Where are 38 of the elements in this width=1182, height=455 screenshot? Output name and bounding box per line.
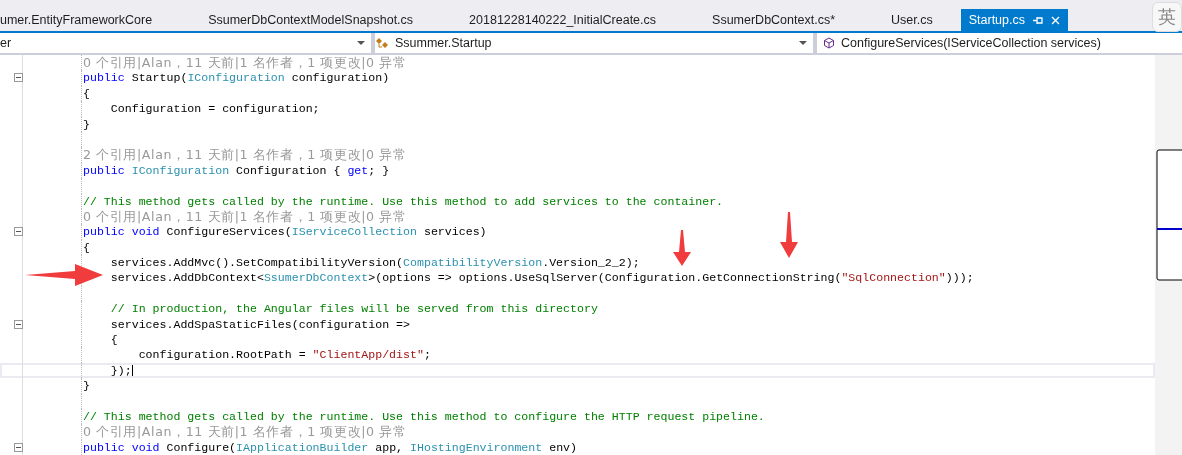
arrow-annotation <box>673 230 691 266</box>
file-tab[interactable]: User.cs <box>863 9 961 31</box>
code-line: { <box>82 85 90 102</box>
collapse-icon[interactable] <box>14 319 23 329</box>
code-line: public void Configure(IApplicationBuilder app, IHostingEnvironment env) <box>82 439 577 455</box>
code-line: public IConfiguration Configuration { get; } <box>82 162 390 179</box>
file-tab[interactable]: umer.EntityFrameworkCore <box>0 9 181 31</box>
navigation-dropdown[interactable]: ConfigureServices(IServiceCollection services) <box>817 33 1182 53</box>
code-line: configuration.RootPath = "ClientApp/dist"; <box>137 347 431 363</box>
caret-icon <box>799 41 807 45</box>
collapse-icon[interactable] <box>14 73 23 83</box>
code-line: public Startup(IConfiguration configuration) <box>82 70 390 86</box>
code-line: { <box>109 332 118 348</box>
code-line: services.AddSpaStaticFiles(configuration => <box>109 316 410 333</box>
code-editor[interactable] <box>0 55 1155 455</box>
code-line: public void ConfigureServices(IServiceCollection services) <box>82 224 487 240</box>
pin-icon[interactable] <box>1033 15 1043 25</box>
code-line: { <box>82 239 90 256</box>
code-line: // This method gets called by the runtime. Use this method to configure the HTTP request pipeline. <box>82 409 765 425</box>
collapse-icon[interactable] <box>14 227 23 237</box>
code-line: services.AddDbContext<SsumerDbContext>(options => options.UseSqlServer(Configuration.GetConnectionString("SqlConnection"))); <box>109 270 974 286</box>
caret-icon <box>357 41 365 45</box>
arrow-annotation <box>780 212 798 258</box>
file-tab[interactable]: 20181228140222_InitialCreate.cs <box>441 9 685 31</box>
file-tab[interactable]: Startup.cs <box>960 9 1068 31</box>
file-tab[interactable]: SsumerDbContext.cs* <box>684 9 863 31</box>
code-line: } <box>82 378 90 394</box>
code-line: // In production, the Angular files will be served from this directory <box>109 301 598 317</box>
code-line: // This method gets called by the runtime. Use this method to add services to the container. <box>82 193 724 209</box>
code-line: }); <box>109 362 133 379</box>
code-line: services.AddMvc().SetCompatibilityVersion(CompatibilityVersion.Version_2_2); <box>109 255 640 271</box>
cube-icon <box>823 37 835 49</box>
file-tab[interactable]: SsumerDbContextModelSnapshot.cs <box>180 9 442 31</box>
code-line: } <box>82 116 90 132</box>
close-icon[interactable] <box>1051 15 1060 25</box>
class-icon <box>375 37 389 49</box>
code-line: Configuration = configuration; <box>109 101 320 117</box>
collapse-icon[interactable] <box>14 442 23 452</box>
